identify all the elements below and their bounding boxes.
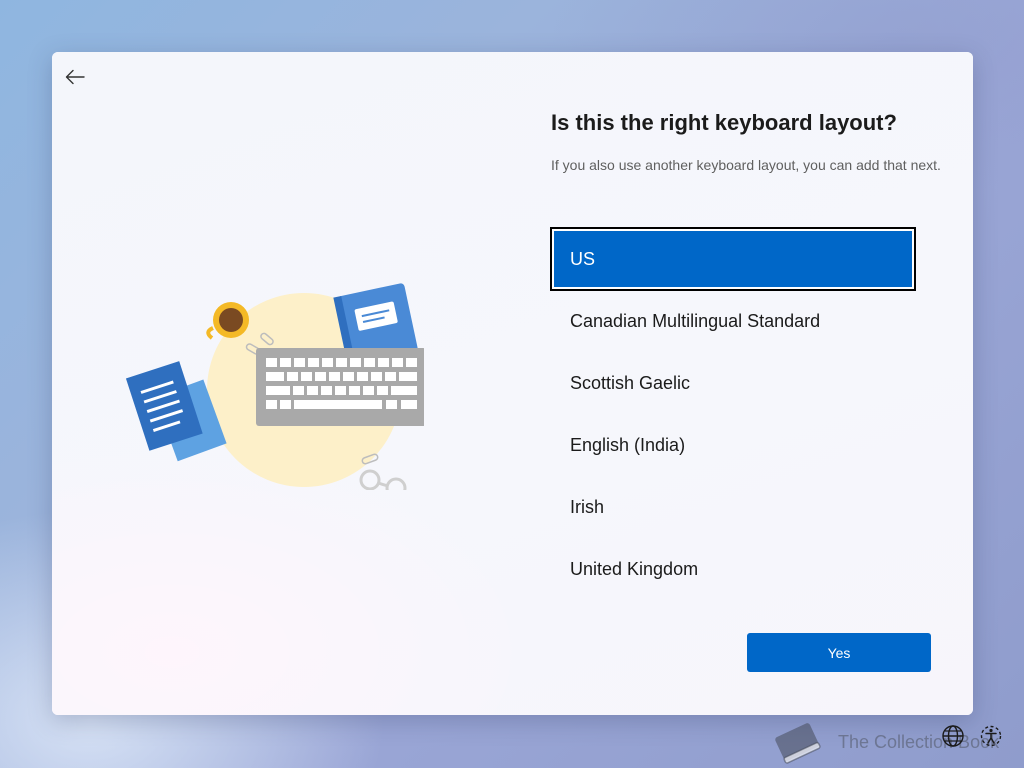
- oobe-window: Is this the right keyboard layout? If yo…: [52, 52, 973, 715]
- layout-item-canadian-multilingual-standard[interactable]: Canadian Multilingual Standard: [551, 290, 915, 352]
- language-button[interactable]: [940, 723, 966, 749]
- layout-item-label: United Kingdom: [570, 558, 699, 579]
- page-subtitle: If you also use another keyboard layout,…: [551, 157, 941, 173]
- accessibility-icon: [980, 725, 1002, 747]
- page-title: Is this the right keyboard layout?: [551, 110, 897, 135]
- layout-item-scottish-gaelic[interactable]: Scottish Gaelic: [551, 352, 915, 414]
- layout-item-label: Irish: [570, 496, 605, 517]
- layout-item-english-india[interactable]: English (India): [551, 414, 915, 476]
- back-button[interactable]: [62, 64, 88, 90]
- back-arrow-icon: [65, 69, 85, 85]
- book-icon: [775, 723, 821, 764]
- yes-button[interactable]: Yes: [747, 633, 931, 672]
- keyboard-layout-list: US Canadian Multilingual Standard Scotti…: [550, 227, 916, 600]
- watermark-text: The Collection Book: [838, 731, 1000, 752]
- keyboard-illustration: [125, 283, 424, 490]
- layout-item-us[interactable]: US: [550, 227, 916, 291]
- accessibility-button[interactable]: [978, 723, 1004, 749]
- layout-item-irish[interactable]: Irish: [551, 476, 915, 538]
- layout-item-label: Scottish Gaelic: [570, 372, 691, 393]
- globe-icon: [942, 725, 964, 747]
- layout-item-label: Canadian Multilingual Standard: [570, 310, 821, 331]
- layout-item-united-kingdom[interactable]: United Kingdom: [551, 538, 915, 600]
- layout-item-label: English (India): [570, 434, 686, 455]
- layout-item-label: US: [570, 248, 596, 269]
